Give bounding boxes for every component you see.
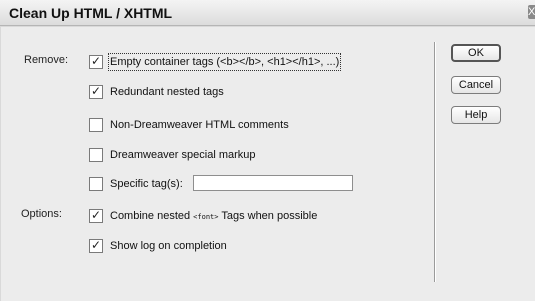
checkbox-label: Specific tag(s): <box>110 178 183 190</box>
window-title: Clean Up HTML / XHTML <box>9 5 173 21</box>
vertical-divider <box>434 42 436 282</box>
checkbox-label: Redundant nested tags <box>110 86 224 98</box>
cancel-button[interactable]: Cancel <box>451 76 501 94</box>
options-label: Options: <box>21 208 62 220</box>
checkbox-label: Non-Dreamweaver HTML comments <box>110 119 289 131</box>
close-icon[interactable]: X <box>528 5 535 19</box>
checkbox-specific-tags[interactable] <box>89 177 103 191</box>
checkbox-label: Dreamweaver special markup <box>110 149 256 161</box>
check-icon: ✓ <box>91 208 102 222</box>
checkbox-dreamweaver-special-markup[interactable] <box>89 148 103 162</box>
font-tag-text: <font> <box>193 213 219 221</box>
check-icon: ✓ <box>91 54 102 68</box>
remove-label: Remove: <box>24 54 69 66</box>
ok-button[interactable]: OK <box>451 44 501 62</box>
checkbox-label: Combine nested <font> Tags when possible <box>110 209 317 224</box>
label-part: Combine nested <box>110 210 191 222</box>
specific-tags-input[interactable] <box>193 175 353 191</box>
check-icon: ✓ <box>91 84 102 98</box>
checkbox-show-log[interactable]: ✓ <box>89 238 103 253</box>
checkbox-empty-container-tags[interactable]: ✓ <box>89 54 103 69</box>
checkbox-non-dreamweaver-comments[interactable] <box>89 118 103 132</box>
checkbox-label: Show log on completion <box>110 240 227 252</box>
check-icon: ✓ <box>91 238 102 252</box>
help-button[interactable]: Help <box>451 106 501 124</box>
checkbox-label: Empty container tags (<b></b>, <h1></h1>… <box>107 53 342 71</box>
title-bar: Clean Up HTML / XHTML X <box>0 0 535 26</box>
checkbox-redundant-nested-tags[interactable]: ✓ <box>89 84 103 99</box>
label-part: Tags when possible <box>221 210 318 222</box>
checkbox-combine-font-tags[interactable]: ✓ <box>89 208 103 223</box>
